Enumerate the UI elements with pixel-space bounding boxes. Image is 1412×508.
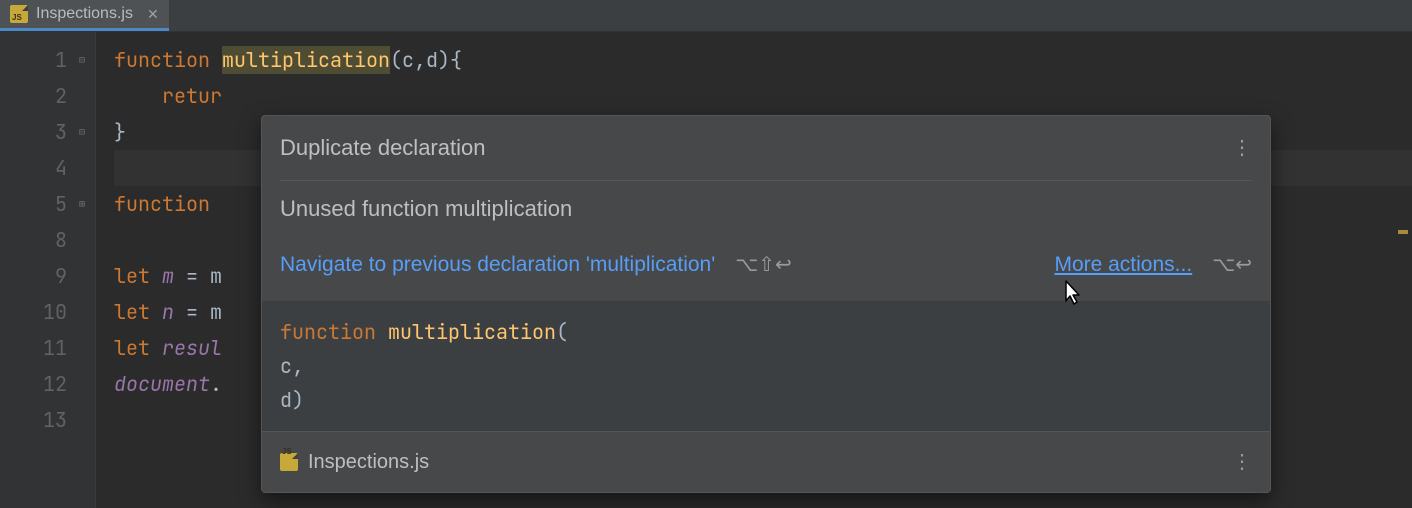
js-file-icon: JS: [280, 453, 298, 471]
tab-inspections-js[interactable]: JS Inspections.js ✕: [0, 0, 169, 31]
fold-expand-icon[interactable]: ⊞: [75, 197, 89, 211]
gutter-line: 3⊟: [0, 114, 67, 150]
editor[interactable]: 1⊟ 2 3⊟ 4 5⊞ 8 9 10 11 12 13 function mu…: [0, 32, 1412, 508]
gutter-line: 2: [0, 78, 67, 114]
more-actions-link[interactable]: More actions...: [1054, 247, 1192, 283]
editor-tabs: JS Inspections.js ✕: [0, 0, 1412, 32]
gutter-line: 12: [0, 366, 67, 402]
gutter-line: 8: [0, 222, 67, 258]
gutter-line: 10: [0, 294, 67, 330]
gutter-line: 4: [0, 150, 67, 186]
code-line: function multiplication(c,d){: [114, 42, 1412, 78]
popup-subtitle: Unused function multiplication: [262, 181, 1270, 245]
gutter-line: 5⊞: [0, 186, 67, 222]
code-line: retur: [114, 78, 1412, 114]
error-stripe-marker[interactable]: [1398, 230, 1408, 234]
fold-toggle-icon[interactable]: ⊟: [75, 125, 89, 139]
shortcut-hint: ⌥↩: [1212, 247, 1252, 283]
kebab-menu-icon[interactable]: ⋮: [1232, 444, 1252, 480]
js-file-icon: JS: [10, 5, 28, 23]
gutter: 1⊟ 2 3⊟ 4 5⊞ 8 9 10 11 12 13: [0, 32, 96, 508]
close-tab-icon[interactable]: ✕: [147, 6, 159, 23]
tab-label: Inspections.js: [36, 5, 133, 23]
kebab-menu-icon[interactable]: ⋮: [1232, 138, 1252, 158]
fold-toggle-icon[interactable]: ⊟: [75, 53, 89, 67]
gutter-line: 1⊟: [0, 42, 67, 78]
popup-title: Duplicate declaration: [280, 130, 485, 166]
gutter-line: 13: [0, 402, 67, 438]
navigate-link[interactable]: Navigate to previous declaration 'multip…: [280, 247, 715, 283]
shortcut-hint: ⌥⇧↩: [735, 247, 792, 283]
inspection-popup: Duplicate declaration ⋮ Unused function …: [261, 115, 1271, 493]
gutter-line: 9: [0, 258, 67, 294]
popup-footer-file: Inspections.js: [308, 444, 429, 480]
code-preview: function multiplication( c, d): [262, 301, 1270, 431]
gutter-line: 11: [0, 330, 67, 366]
